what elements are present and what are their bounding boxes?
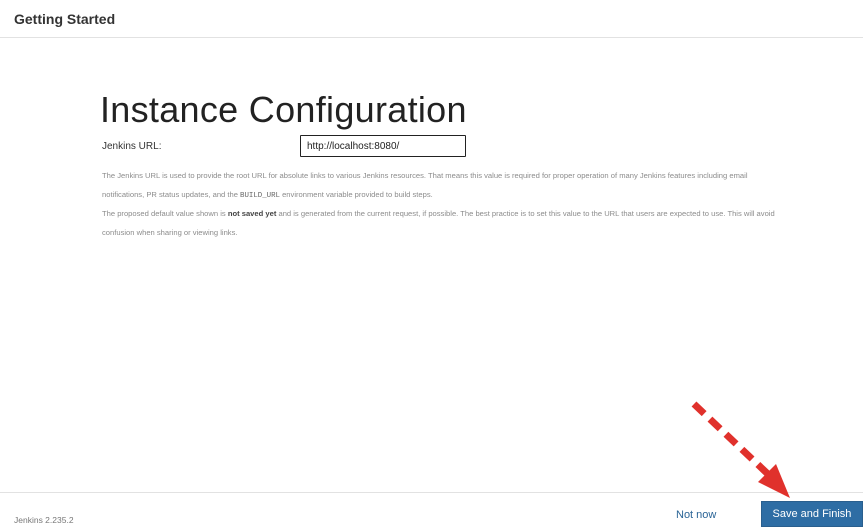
help-text-1b: environment variable provided to build s… bbox=[279, 189, 433, 199]
jenkins-url-input[interactable] bbox=[300, 135, 466, 157]
header: Getting Started bbox=[0, 0, 863, 38]
main-panel: Instance Configuration Jenkins URL: The … bbox=[0, 39, 863, 492]
help-text: The Jenkins URL is used to provide the r… bbox=[102, 167, 782, 242]
not-now-button[interactable]: Not now bbox=[676, 509, 716, 521]
build-url-code: BUILD_URL bbox=[240, 191, 280, 200]
not-saved-yet-text: not saved yet bbox=[227, 209, 277, 218]
page-title: Instance Configuration bbox=[100, 89, 467, 130]
save-and-finish-button[interactable]: Save and Finish bbox=[761, 501, 863, 527]
footer: Jenkins 2.235.2 Not now Save and Finish bbox=[0, 492, 863, 527]
jenkins-url-label: Jenkins URL: bbox=[102, 141, 162, 152]
help-paragraph-2: The proposed default value shown is not … bbox=[102, 205, 782, 242]
help-text-2a: The proposed default value shown is bbox=[102, 209, 228, 218]
help-paragraph-1: The Jenkins URL is used to provide the r… bbox=[102, 167, 782, 205]
header-title: Getting Started bbox=[14, 11, 116, 27]
version-label: Jenkins 2.235.2 bbox=[14, 515, 74, 525]
